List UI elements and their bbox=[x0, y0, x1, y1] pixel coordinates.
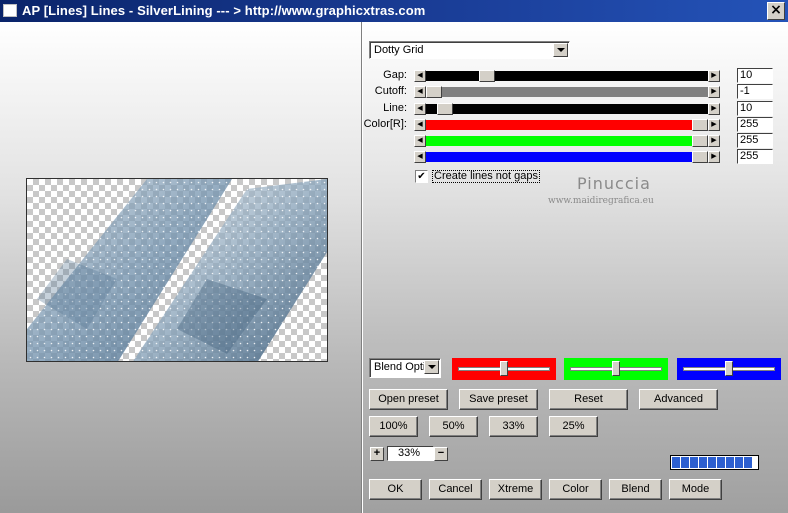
slider-left-arrow-icon[interactable]: ◀ bbox=[414, 135, 426, 147]
slider-right-arrow-icon[interactable]: ▶ bbox=[708, 70, 720, 82]
ok-button[interactable]: OK bbox=[369, 479, 422, 500]
blend-color-thumb[interactable] bbox=[612, 361, 620, 376]
slider-track[interactable] bbox=[426, 151, 708, 163]
slider-thumb[interactable] bbox=[426, 86, 442, 98]
slider-left-arrow-icon[interactable]: ◀ bbox=[414, 86, 426, 98]
slider-right-arrow-icon[interactable]: ▶ bbox=[708, 103, 720, 115]
slider-fill bbox=[426, 120, 708, 130]
slider[interactable]: ◀ ▶ bbox=[414, 103, 729, 115]
slider-thumb[interactable] bbox=[692, 151, 708, 163]
slider-thumb[interactable] bbox=[692, 135, 708, 147]
progress-segment bbox=[717, 457, 725, 468]
slider-left-arrow-icon[interactable]: ◀ bbox=[414, 103, 426, 115]
progress-segment bbox=[690, 457, 698, 468]
slider-value-field[interactable]: 255 bbox=[737, 149, 773, 164]
slider[interactable]: ◀ ▶ bbox=[414, 70, 729, 82]
mode-button[interactable]: Mode bbox=[669, 479, 722, 500]
blend-options-dropdown[interactable]: Blend Options bbox=[369, 358, 441, 378]
slider-value-field[interactable]: 10 bbox=[737, 101, 773, 116]
slider-label: Gap: bbox=[383, 69, 407, 81]
slider-value-field[interactable]: 10 bbox=[737, 68, 773, 83]
blend-color-slider[interactable] bbox=[452, 358, 556, 380]
zoom-50-percent-button[interactable]: 50% bbox=[429, 416, 478, 437]
slider-left-arrow-icon[interactable]: ◀ bbox=[414, 70, 426, 82]
slider-thumb[interactable] bbox=[437, 103, 453, 115]
watermark-name: Pinuccia bbox=[577, 174, 651, 193]
blend-options-value: Blend Options bbox=[374, 361, 426, 373]
progress-segment bbox=[699, 457, 707, 468]
chevron-down-icon[interactable] bbox=[424, 360, 439, 374]
slider[interactable]: ◀ ▶ bbox=[414, 119, 729, 131]
slider-track[interactable] bbox=[426, 103, 708, 115]
zoom-100-percent-button[interactable]: 100% bbox=[369, 416, 418, 437]
zoom-out-button[interactable]: − bbox=[434, 447, 448, 461]
slider-label: Line: bbox=[383, 102, 407, 114]
title-bar: AP [Lines] Lines - SilverLining --- > ht… bbox=[0, 0, 788, 22]
preview-image bbox=[26, 178, 328, 362]
slider-fill bbox=[426, 152, 708, 162]
controls-pane: Dotty Grid Gap: ◀ ▶ 10 Cutoff: ◀ ▶ -1 Line: ◀ ▶ 10 C… bbox=[363, 22, 788, 513]
slider-value-field[interactable]: -1 bbox=[737, 84, 773, 99]
slider-right-arrow-icon[interactable]: ▶ bbox=[708, 119, 720, 131]
slider-thumb[interactable] bbox=[479, 70, 495, 82]
blend-color-thumb[interactable] bbox=[725, 361, 733, 376]
slider[interactable]: ◀ ▶ bbox=[414, 86, 729, 98]
blend-color-slider[interactable] bbox=[677, 358, 781, 380]
effect-dropdown[interactable]: Dotty Grid bbox=[369, 41, 570, 59]
progress-segment bbox=[735, 457, 743, 468]
slider-fill bbox=[426, 71, 708, 81]
progress-segment bbox=[672, 457, 680, 468]
save-preset-button[interactable]: Save preset bbox=[459, 389, 538, 410]
slider-track[interactable] bbox=[426, 119, 708, 131]
slider-track[interactable] bbox=[426, 86, 708, 98]
zoom-25-percent-button[interactable]: 25% bbox=[549, 416, 598, 437]
slider-right-arrow-icon[interactable]: ▶ bbox=[708, 86, 720, 98]
window-icon bbox=[3, 4, 17, 17]
progress-segment bbox=[744, 457, 752, 468]
slider-right-arrow-icon[interactable]: ▶ bbox=[708, 135, 720, 147]
create-lines-label: Create lines not gaps bbox=[432, 170, 540, 183]
progress-segment bbox=[726, 457, 734, 468]
chevron-down-icon[interactable] bbox=[553, 43, 568, 57]
open-preset-button[interactable]: Open preset bbox=[369, 389, 448, 410]
slider[interactable]: ◀ ▶ bbox=[414, 135, 729, 147]
slider-value-field[interactable]: 255 bbox=[737, 133, 773, 148]
advanced-button[interactable]: Advanced bbox=[639, 389, 718, 410]
slider-fill bbox=[426, 104, 708, 114]
slider-track[interactable] bbox=[426, 70, 708, 82]
close-button[interactable]: × bbox=[767, 2, 785, 20]
blend-color-slider[interactable] bbox=[564, 358, 668, 380]
progress-bar bbox=[670, 455, 759, 470]
slider-fill bbox=[426, 136, 708, 146]
slider-track[interactable] bbox=[426, 135, 708, 147]
zoom-in-button[interactable]: + bbox=[370, 447, 384, 461]
ribbon-stripes-image bbox=[27, 179, 327, 361]
blend-color-thumb[interactable] bbox=[500, 361, 508, 376]
slider-value-field[interactable]: 255 bbox=[737, 117, 773, 132]
cancel-button[interactable]: Cancel bbox=[429, 479, 482, 500]
create-lines-checkbox[interactable]: ✔ bbox=[415, 170, 428, 183]
preview-pane bbox=[0, 22, 361, 513]
slider-right-arrow-icon[interactable]: ▶ bbox=[708, 151, 720, 163]
slider-thumb[interactable] bbox=[692, 119, 708, 131]
reset-button[interactable]: Reset bbox=[549, 389, 628, 410]
slider-left-arrow-icon[interactable]: ◀ bbox=[414, 119, 426, 131]
progress-segment bbox=[681, 457, 689, 468]
blend-button[interactable]: Blend bbox=[609, 479, 662, 500]
slider[interactable]: ◀ ▶ bbox=[414, 151, 729, 163]
color-button[interactable]: Color bbox=[549, 479, 602, 500]
window-title: AP [Lines] Lines - SilverLining --- > ht… bbox=[22, 3, 426, 18]
xtreme-button[interactable]: Xtreme bbox=[489, 479, 542, 500]
progress-segment bbox=[708, 457, 716, 468]
zoom-33-percent-button[interactable]: 33% bbox=[489, 416, 538, 437]
effect-dropdown-value: Dotty Grid bbox=[374, 44, 424, 56]
watermark-url: www.maidiregrafica.eu bbox=[548, 196, 654, 206]
zoom-value-field[interactable]: 33% bbox=[387, 446, 434, 461]
slider-left-arrow-icon[interactable]: ◀ bbox=[414, 151, 426, 163]
slider-fill bbox=[426, 87, 708, 97]
slider-label: Cutoff: bbox=[374, 85, 407, 97]
slider-label: Color[R]: bbox=[363, 118, 407, 130]
